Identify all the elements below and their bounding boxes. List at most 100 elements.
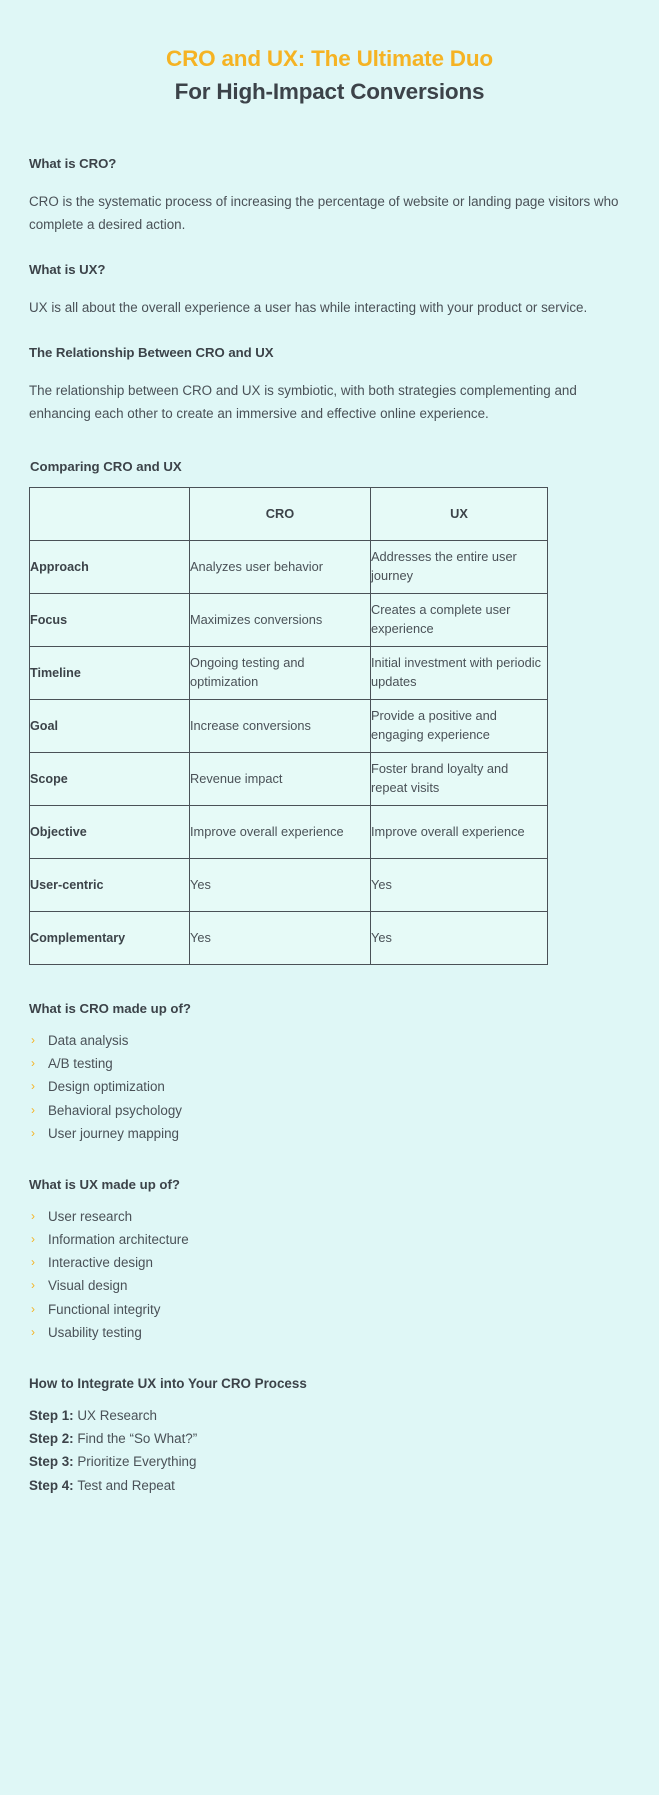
section-heading: What is UX? xyxy=(29,261,106,277)
table-row: Approach Analyzes user behavior Addresse… xyxy=(29,539,548,594)
chevron-right-icon: › xyxy=(31,1102,35,1117)
list-item: › User journey mapping xyxy=(29,1122,624,1145)
list-item: › Usability testing xyxy=(29,1321,624,1344)
section-heading: The Relationship Between CRO and UX xyxy=(29,344,274,360)
row-label: Timeline xyxy=(29,645,190,700)
table-header-ux: UX xyxy=(370,486,548,541)
table-row: Timeline Ongoing testing and optimizatio… xyxy=(29,645,548,700)
infographic-page: CRO and UX: The Ultimate Duo For High-Im… xyxy=(0,0,659,1795)
section-body: UX is all about the overall experience a… xyxy=(29,299,588,315)
list-item-label: Data analysis xyxy=(48,1032,129,1048)
table-row: Complementary Yes Yes xyxy=(29,910,548,965)
page-title-line2: For High-Impact Conversions xyxy=(174,79,485,105)
row-ux-value: Creates a complete user experience xyxy=(370,592,548,647)
section-what-is-cro: What is CRO? CRO is the systematic proce… xyxy=(29,156,624,236)
list-item: › Design optimization xyxy=(29,1075,624,1098)
row-label: Goal xyxy=(29,698,190,753)
row-ux-value: Addresses the entire user journey xyxy=(370,539,548,594)
list-item-label: Visual design xyxy=(48,1278,128,1294)
section-relationship: The Relationship Between CRO and UX The … xyxy=(29,345,624,425)
step-label: Step 4: xyxy=(29,1477,78,1493)
page-title: CRO and UX: The Ultimate Duo For High-Im… xyxy=(0,0,659,108)
section-cro-makeup: What is CRO made up of? › Data analysis … xyxy=(29,1001,624,1145)
row-ux-value: Improve overall experience xyxy=(370,804,548,859)
row-ux-value: Yes xyxy=(370,857,548,912)
content-area: What is CRO? CRO is the systematic proce… xyxy=(0,156,659,1545)
row-label: Scope xyxy=(29,751,190,806)
step-label: Step 3: xyxy=(29,1454,78,1470)
step-text: UX Research xyxy=(77,1408,158,1424)
list-item: › A/B testing xyxy=(29,1052,624,1075)
list-item: › Data analysis xyxy=(29,1029,624,1052)
list-item-label: User journey mapping xyxy=(48,1125,179,1141)
row-cro-value: Analyzes user behavior xyxy=(189,539,371,594)
step-item: Step 2: Find the “So What?” xyxy=(29,1427,624,1450)
chevron-right-icon: › xyxy=(31,1032,35,1047)
table-title: Comparing CRO and UX xyxy=(30,458,182,474)
list-item: › Functional integrity xyxy=(29,1298,624,1321)
ux-makeup-list: › User research › Information architectu… xyxy=(29,1205,624,1344)
table-row: Goal Increase conversions Provide a posi… xyxy=(29,698,548,753)
table-header-row: CRO UX xyxy=(29,486,548,541)
chevron-right-icon: › xyxy=(31,1125,35,1140)
row-label: User-centric xyxy=(29,857,190,912)
row-cro-value: Ongoing testing and optimization xyxy=(189,645,371,700)
step-label: Step 1: xyxy=(29,1408,78,1424)
step-text: Prioritize Everything xyxy=(77,1454,197,1470)
table-row: Scope Revenue impact Foster brand loyalt… xyxy=(29,751,548,806)
list-item-label: User research xyxy=(48,1208,133,1224)
list-item-label: Information architecture xyxy=(48,1232,189,1248)
list-item-label: A/B testing xyxy=(48,1056,113,1072)
table-row: User-centric Yes Yes xyxy=(29,857,548,912)
section-heading: What is CRO? xyxy=(29,155,117,171)
chevron-right-icon: › xyxy=(31,1301,35,1316)
chevron-right-icon: › xyxy=(31,1079,35,1094)
chevron-right-icon: › xyxy=(31,1255,35,1270)
row-label: Approach xyxy=(29,539,190,594)
table-row: Focus Maximizes conversions Creates a co… xyxy=(29,592,548,647)
row-cro-value: Maximizes conversions xyxy=(189,592,371,647)
steps-heading: How to Integrate UX into Your CRO Proces… xyxy=(29,1376,307,1392)
row-cro-value: Yes xyxy=(189,857,371,912)
table-row: Objective Improve overall experience Imp… xyxy=(29,804,548,859)
row-ux-value: Provide a positive and engaging experien… xyxy=(370,698,548,753)
table-header-cro: CRO xyxy=(189,486,371,541)
chevron-right-icon: › xyxy=(31,1324,35,1339)
cro-makeup-list: › Data analysis › A/B testing › Design o… xyxy=(29,1029,624,1145)
row-label: Complementary xyxy=(29,910,190,965)
step-item: Step 3: Prioritize Everything xyxy=(29,1450,624,1473)
section-integrate-steps: How to Integrate UX into Your CRO Proces… xyxy=(29,1376,624,1497)
table-header-blank xyxy=(29,486,190,541)
list-item-label: Interactive design xyxy=(48,1255,153,1271)
row-cro-value: Increase conversions xyxy=(189,698,371,753)
list-item-label: Design optimization xyxy=(48,1079,165,1095)
list-item-label: Behavioral psychology xyxy=(48,1102,182,1118)
row-ux-value: Foster brand loyalty and repeat visits xyxy=(370,751,548,806)
section-ux-makeup: What is UX made up of? › User research ›… xyxy=(29,1177,624,1344)
list-item: › Interactive design xyxy=(29,1251,624,1274)
row-label: Focus xyxy=(29,592,190,647)
step-item: Step 1: UX Research xyxy=(29,1404,624,1427)
row-cro-value: Revenue impact xyxy=(189,751,371,806)
comparison-table: CRO UX Approach Analyzes user behavior A… xyxy=(29,486,548,965)
list-heading: What is CRO made up of? xyxy=(29,1000,191,1016)
section-what-is-ux: What is UX? UX is all about the overall … xyxy=(29,262,624,319)
chevron-right-icon: › xyxy=(31,1208,35,1223)
list-item: › Visual design xyxy=(29,1274,624,1297)
step-text: Test and Repeat xyxy=(77,1477,175,1493)
list-item-label: Usability testing xyxy=(48,1324,142,1340)
section-body: The relationship between CRO and UX is s… xyxy=(29,382,577,421)
list-item: › Behavioral psychology xyxy=(29,1099,624,1122)
chevron-right-icon: › xyxy=(31,1056,35,1071)
row-ux-value: Yes xyxy=(370,910,548,965)
